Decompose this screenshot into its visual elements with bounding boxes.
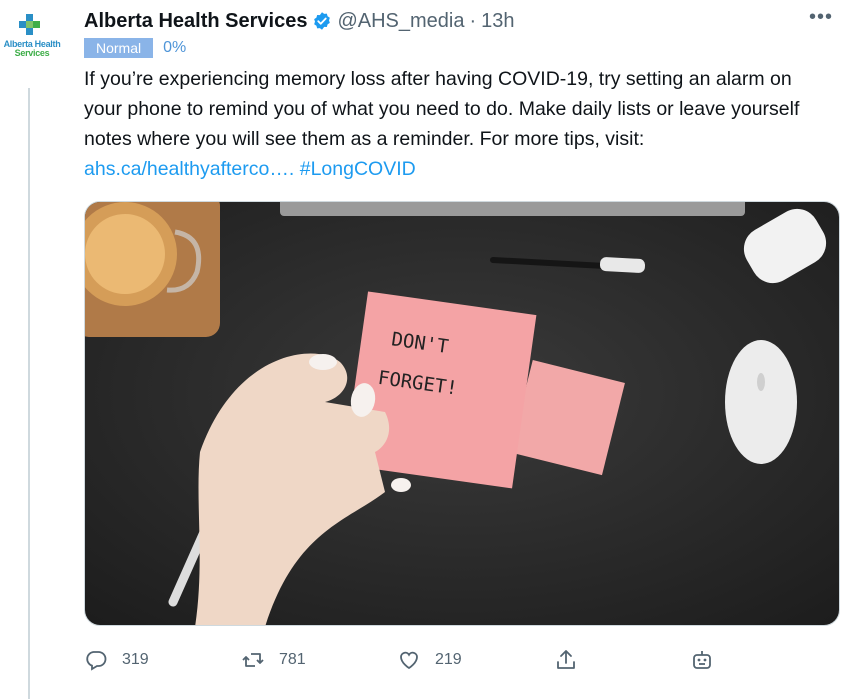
verified-badge-icon [314,12,331,30]
percent-label: 0% [163,39,187,56]
more-options-icon[interactable]: ••• [809,6,833,29]
like-count: 219 [435,651,462,668]
heart-icon [400,651,418,670]
ahs-logo-icon [19,14,40,35]
normal-badge: Normal [84,38,154,58]
keyboard-shape [280,202,745,216]
reply-icon [86,651,107,671]
reply-count: 319 [122,651,149,668]
logo-text-line2: Services [14,48,50,58]
share-button[interactable] [554,648,578,672]
timestamp[interactable]: 13h [481,10,514,33]
share-icon [557,650,575,669]
retweet-icon [242,653,264,667]
tweet-media-image[interactable]: DON'T FORGET! [84,201,840,626]
thread-line [28,88,30,699]
mouse-shape [725,340,797,464]
reply-button[interactable]: 319 [84,648,149,672]
retweet-button[interactable]: 781 [241,648,306,672]
avatar[interactable]: Alberta Health Services [2,12,62,62]
sticky-note-photo: DON'T FORGET! [85,202,839,625]
retweet-count: 781 [279,651,306,668]
tweet-header: Alberta Health Services @AHS_media · 13h [84,8,515,34]
display-name[interactable]: Alberta Health Services [84,10,307,33]
tweet-text: If you’re experiencing memory loss after… [84,64,824,184]
logo-text: Alberta Health Services [2,40,62,58]
like-button[interactable]: 219 [397,648,462,672]
separator-dot: · [469,9,477,32]
label-row: Normal 0% [84,37,186,59]
user-handle[interactable]: @AHS_media [337,10,464,33]
action-bar: 319 781 219 [84,648,764,680]
avatar-column: Alberta Health Services [0,0,70,699]
bot-button[interactable] [690,648,714,672]
robot-icon [693,651,711,669]
hashtag-link[interactable]: #LongCOVID [300,158,416,180]
tweet-body: If you’re experiencing memory loss after… [84,68,800,150]
tweet-link[interactable]: ahs.ca/healthyafterco…. [84,158,294,180]
